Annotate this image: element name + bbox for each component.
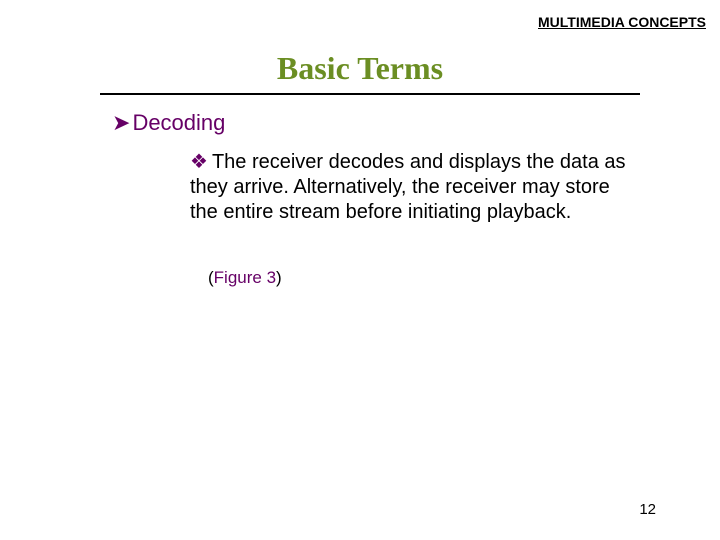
page-number: 12 xyxy=(639,501,656,518)
figure-reference: Figure 3 xyxy=(214,268,276,287)
header-label: MULTIMEDIA CONCEPTS xyxy=(538,14,706,30)
bullet-level1: ➤Decoding xyxy=(112,110,225,136)
arrow-bullet-icon: ➤ xyxy=(112,110,130,135)
page-title: Basic Terms xyxy=(0,50,720,87)
paren-close: ) xyxy=(276,268,282,287)
diamond-bullet-icon: ❖ xyxy=(190,151,208,173)
bullet-level2: ❖The receiver decodes and displays the d… xyxy=(190,150,630,225)
title-underline xyxy=(100,93,640,95)
level2-text: The receiver decodes and displays the da… xyxy=(190,151,626,223)
figure-reference-row: (Figure 3) xyxy=(208,268,282,288)
level1-text: Decoding xyxy=(132,110,225,135)
